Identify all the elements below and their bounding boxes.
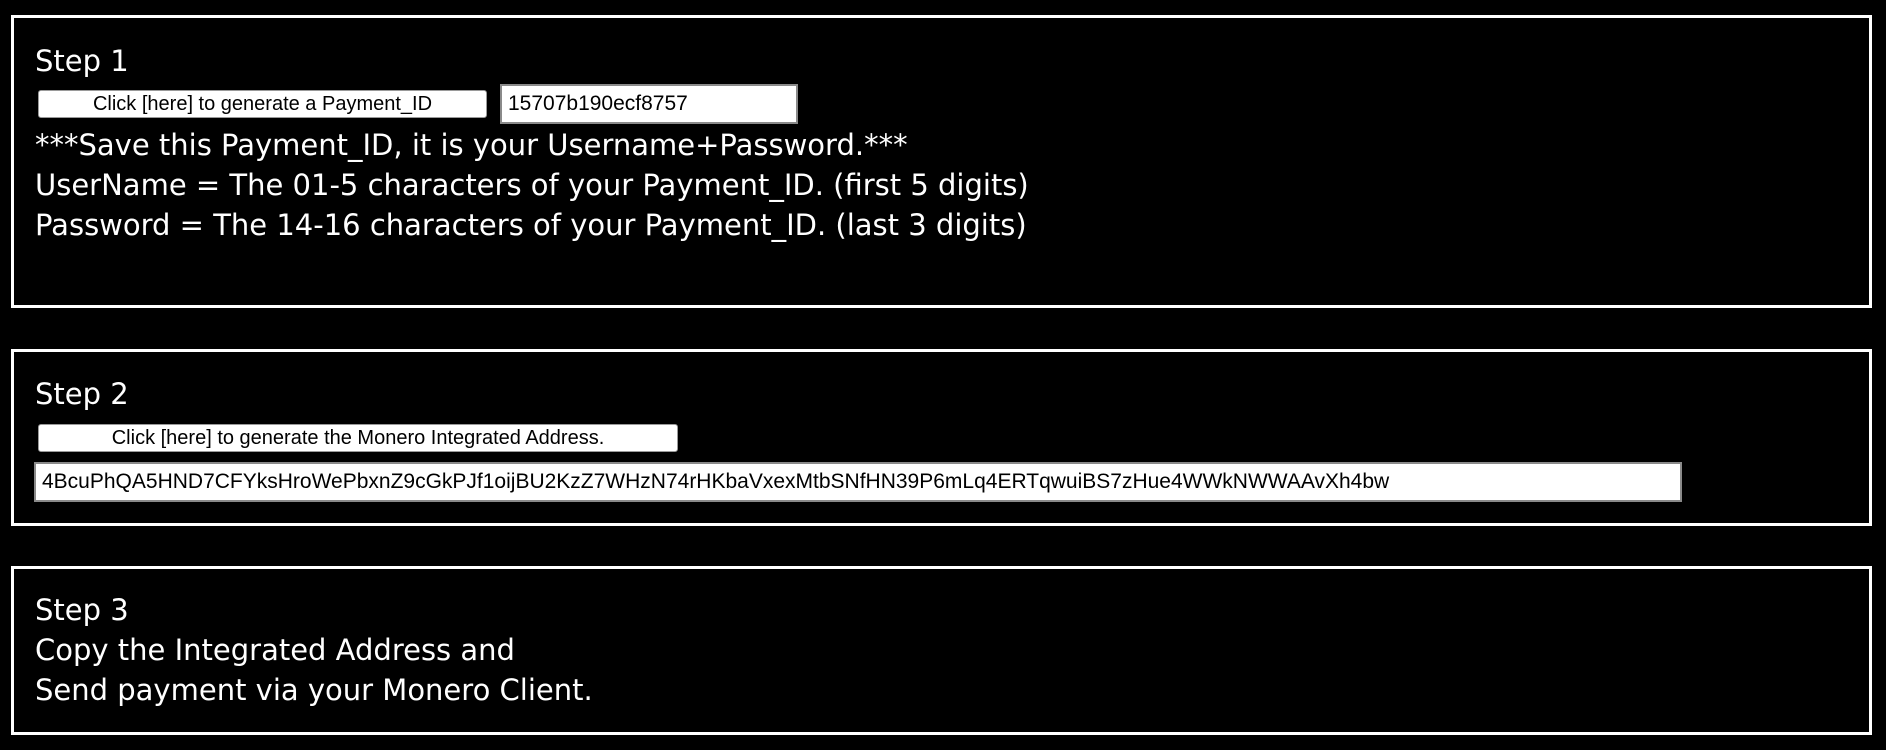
integrated-address-field[interactable]: 4BcuPhQA5HND7CFYksHroWePbxnZ9cGkPJf1oijB… [34, 462, 1682, 502]
generate-payment-id-button[interactable]: Click [here] to generate a Payment_ID [38, 90, 487, 118]
password-rule-text: Password = The 14-16 characters of your … [35, 208, 1027, 242]
step-2-panel: Step 2 Click [here] to generate the Mone… [11, 349, 1872, 526]
step-1-panel: Step 1 Click [here] to generate a Paymen… [11, 15, 1872, 308]
copy-address-instruction: Copy the Integrated Address and [35, 633, 515, 667]
generate-integrated-address-button[interactable]: Click [here] to generate the Monero Inte… [38, 424, 678, 452]
save-payment-id-note: ***Save this Payment_ID, it is your User… [35, 128, 908, 162]
send-payment-instruction: Send payment via your Monero Client. [35, 673, 593, 707]
step-1-heading: Step 1 [35, 44, 129, 78]
payment-id-field[interactable]: 15707b190ecf8757 [500, 84, 798, 124]
step-3-panel: Step 3 Copy the Integrated Address and S… [11, 566, 1872, 735]
username-rule-text: UserName = The 01-5 characters of your P… [35, 168, 1029, 202]
step-3-heading: Step 3 [35, 593, 129, 627]
step-2-heading: Step 2 [35, 377, 129, 411]
